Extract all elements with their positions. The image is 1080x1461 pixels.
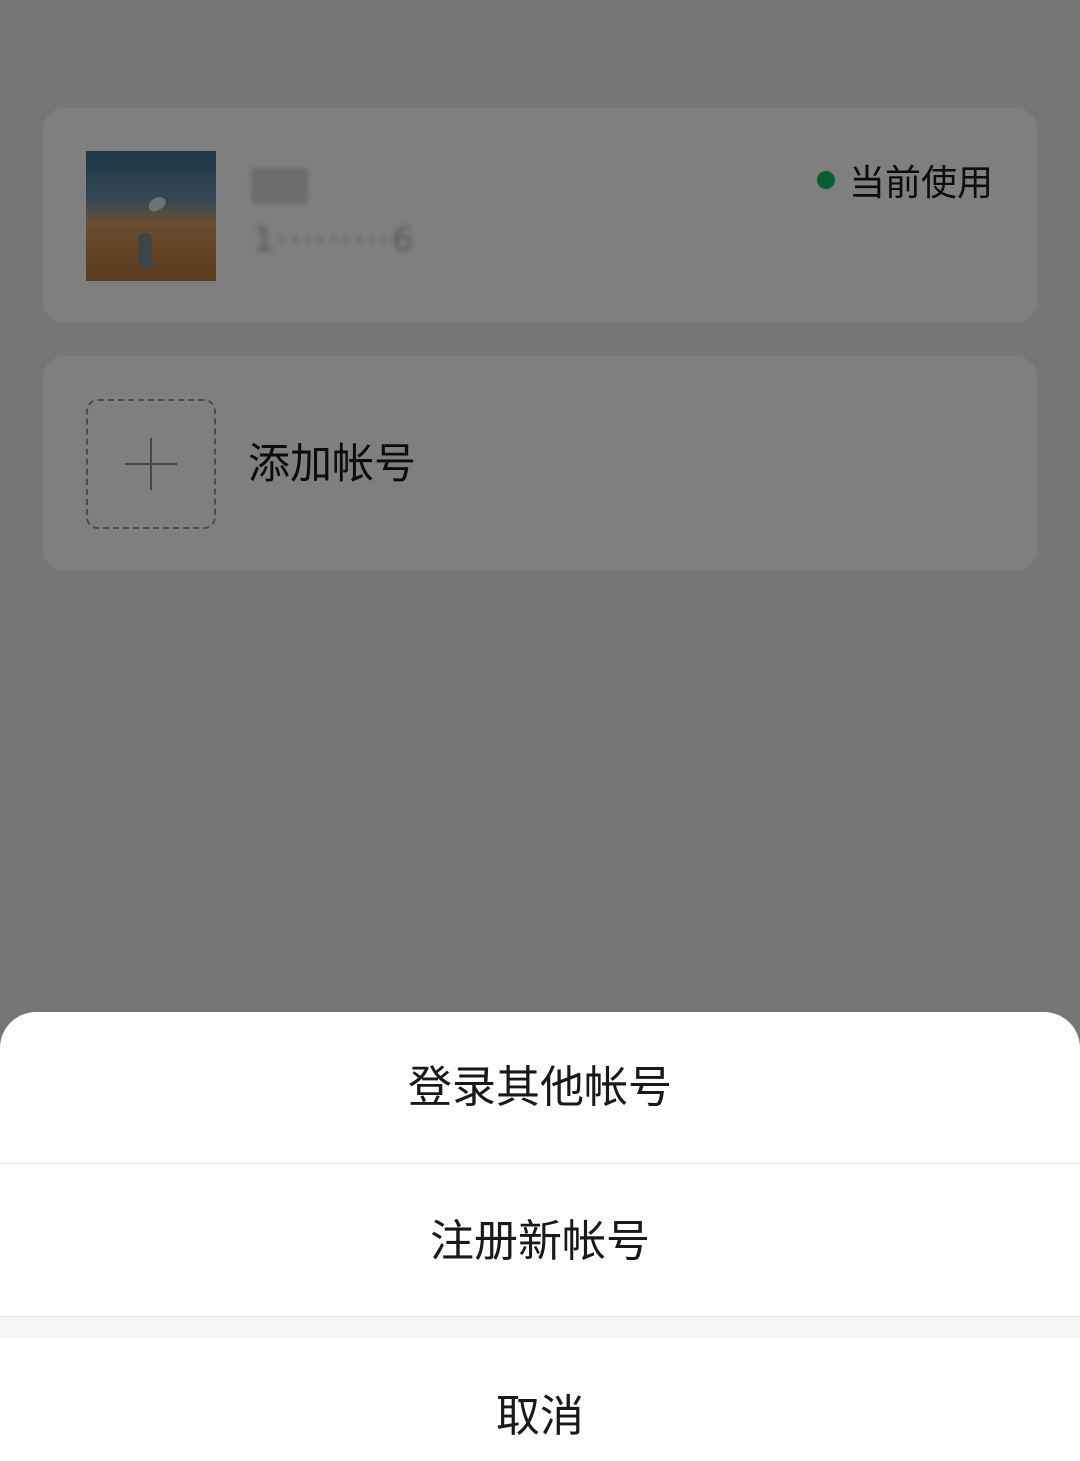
cancel-button[interactable]: 取消 <box>0 1338 1080 1461</box>
login-other-account-button[interactable]: 登录其他帐号 <box>0 1012 1080 1164</box>
register-new-account-button[interactable]: 注册新帐号 <box>0 1164 1080 1316</box>
action-sheet: 登录其他帐号 注册新帐号 取消 <box>0 1012 1080 1461</box>
sheet-gap <box>0 1316 1080 1338</box>
